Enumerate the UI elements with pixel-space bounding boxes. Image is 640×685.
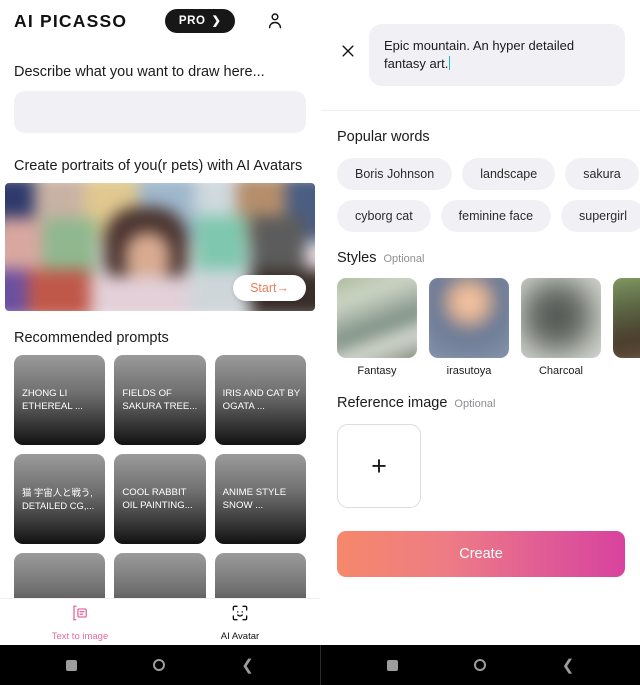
- chevron-right-icon: ❯: [211, 14, 222, 27]
- word-chip[interactable]: Boris Johnson: [337, 158, 453, 190]
- prompt-textarea[interactable]: Epic mountain. An hyper detailed fantasy…: [369, 24, 625, 86]
- popular-words-title: Popular words: [321, 129, 640, 145]
- prompt-card[interactable]: COOL RABBIT OIL PAINTING...: [114, 454, 206, 544]
- text-cursor: [448, 56, 451, 70]
- style-option[interactable]: Fantasy: [337, 278, 417, 377]
- back-chevron-icon[interactable]: ❮: [241, 658, 254, 673]
- android-nav-bar-left: ❮: [0, 645, 320, 685]
- chip-row: cyborg cat feminine face supergirl: [337, 200, 640, 232]
- tab-label: Text to image: [51, 630, 109, 642]
- app-logo: AI PICASSO: [14, 10, 128, 31]
- recommended-prompts-title: Recommended prompts: [14, 330, 169, 346]
- create-button[interactable]: Create: [337, 531, 625, 577]
- reference-optional-label: Optional: [454, 398, 496, 410]
- word-chip[interactable]: feminine face: [440, 200, 552, 232]
- style-thumbnail: [521, 278, 601, 358]
- divider: [321, 110, 640, 111]
- styles-label: Styles: [337, 250, 377, 266]
- word-chip[interactable]: cyborg cat: [337, 200, 431, 232]
- prompt-card-label: FIELDS OF SAKURA TREE...: [122, 388, 198, 412]
- dual-screenshot: AI PICASSO PRO ❯ Describe what you want …: [0, 0, 640, 685]
- styles-title: Styles Optional: [321, 250, 640, 266]
- android-nav-bar-right: ❮: [320, 645, 640, 685]
- left-screen: AI PICASSO PRO ❯ Describe what you want …: [0, 0, 320, 685]
- android-navigation-bars: ❮ ❮: [0, 645, 640, 685]
- close-icon[interactable]: [339, 42, 357, 60]
- chip-row: Boris Johnson landscape sakura lake: [337, 158, 640, 190]
- style-option[interactable]: 3D: [613, 278, 640, 377]
- prompt-editor-row: Epic mountain. An hyper detailed fantasy…: [321, 0, 640, 86]
- left-screen-content: AI PICASSO PRO ❯ Describe what you want …: [0, 0, 320, 645]
- square-icon[interactable]: [66, 659, 78, 671]
- pro-label: PRO: [178, 15, 206, 27]
- popular-words-chips: Boris Johnson landscape sakura lake cybo…: [321, 158, 640, 232]
- tab-ai-avatar[interactable]: AI Avatar: [160, 603, 320, 642]
- circle-icon[interactable]: [473, 659, 486, 671]
- app-header: AI PICASSO PRO ❯: [0, 0, 320, 42]
- prompt-card[interactable]: 猫 宇宙人と戦う, DETAILED CG,...: [14, 454, 106, 544]
- word-chip[interactable]: sakura: [565, 158, 639, 190]
- prompt-card-label: ZHONG LI ETHEREAL ...: [22, 388, 83, 412]
- prompt-card[interactable]: ANIME STYLE SNOW ...: [214, 454, 306, 544]
- prompt-card-label: 猫 宇宙人と戦う, DETAILED CG,...: [22, 487, 95, 511]
- style-option[interactable]: irasutoya: [429, 278, 509, 377]
- style-thumbnail: [613, 278, 640, 358]
- popular-words-label: Popular words: [337, 129, 430, 145]
- word-chip[interactable]: supergirl: [561, 200, 640, 232]
- style-option[interactable]: Charcoal: [521, 278, 601, 377]
- person-icon[interactable]: [265, 11, 285, 31]
- bottom-tab-bar: Text to image AI Avatar: [0, 598, 320, 645]
- prompt-card[interactable]: ZHONG LI ETHEREAL ...: [14, 355, 106, 445]
- style-thumbnail: [429, 278, 509, 358]
- style-thumbnail-image: [613, 278, 640, 358]
- avatar-banner-title: Create portraits of you(r pets) with AI …: [14, 158, 303, 174]
- reference-image-title: Reference image Optional: [321, 395, 640, 411]
- ai-avatars-banner[interactable]: Start→: [5, 183, 315, 311]
- styles-list: Fantasy irasutoya Charcoal: [321, 278, 640, 377]
- prompt-input[interactable]: [14, 91, 306, 133]
- tab-label: AI Avatar: [220, 630, 260, 642]
- style-thumbnail-image: [429, 278, 509, 358]
- pro-button[interactable]: PRO ❯: [165, 9, 236, 33]
- prompt-card-label: COOL RABBIT OIL PAINTING...: [122, 487, 193, 511]
- prompt-text: Epic mountain. An hyper detailed fantasy…: [384, 38, 578, 71]
- banner-start-button[interactable]: Start→: [233, 275, 306, 301]
- right-screen-content: Epic mountain. An hyper detailed fantasy…: [321, 0, 640, 645]
- style-thumbnail: [337, 278, 417, 358]
- text-to-image-icon: [70, 603, 90, 628]
- prompt-card-label: IRIS AND CAT BY OGATA ...: [222, 388, 300, 412]
- right-screen: Epic mountain. An hyper detailed fantasy…: [320, 0, 640, 685]
- describe-title: Describe what you want to draw here...: [14, 64, 265, 80]
- styles-optional-label: Optional: [383, 253, 425, 265]
- style-thumbnail-image: [521, 278, 601, 358]
- style-label: 3D: [613, 365, 640, 377]
- prompt-card[interactable]: FIELDS OF SAKURA TREE...: [114, 355, 206, 445]
- back-chevron-icon[interactable]: ❮: [562, 658, 575, 673]
- reference-image-label: Reference image: [337, 395, 448, 411]
- add-reference-image-button[interactable]: +: [337, 424, 421, 508]
- style-thumbnail-image: [337, 278, 417, 358]
- style-label: Charcoal: [538, 365, 584, 377]
- style-label: irasutoya: [446, 365, 492, 377]
- face-scan-icon: [230, 603, 250, 628]
- tab-text-to-image[interactable]: Text to image: [0, 603, 160, 642]
- circle-icon[interactable]: [153, 659, 166, 671]
- style-label: Fantasy: [357, 365, 397, 377]
- prompt-card[interactable]: IRIS AND CAT BY OGATA ...: [214, 355, 306, 445]
- prompt-card-label: ANIME STYLE SNOW ...: [222, 487, 287, 511]
- word-chip[interactable]: landscape: [462, 158, 556, 190]
- square-icon[interactable]: [386, 659, 398, 671]
